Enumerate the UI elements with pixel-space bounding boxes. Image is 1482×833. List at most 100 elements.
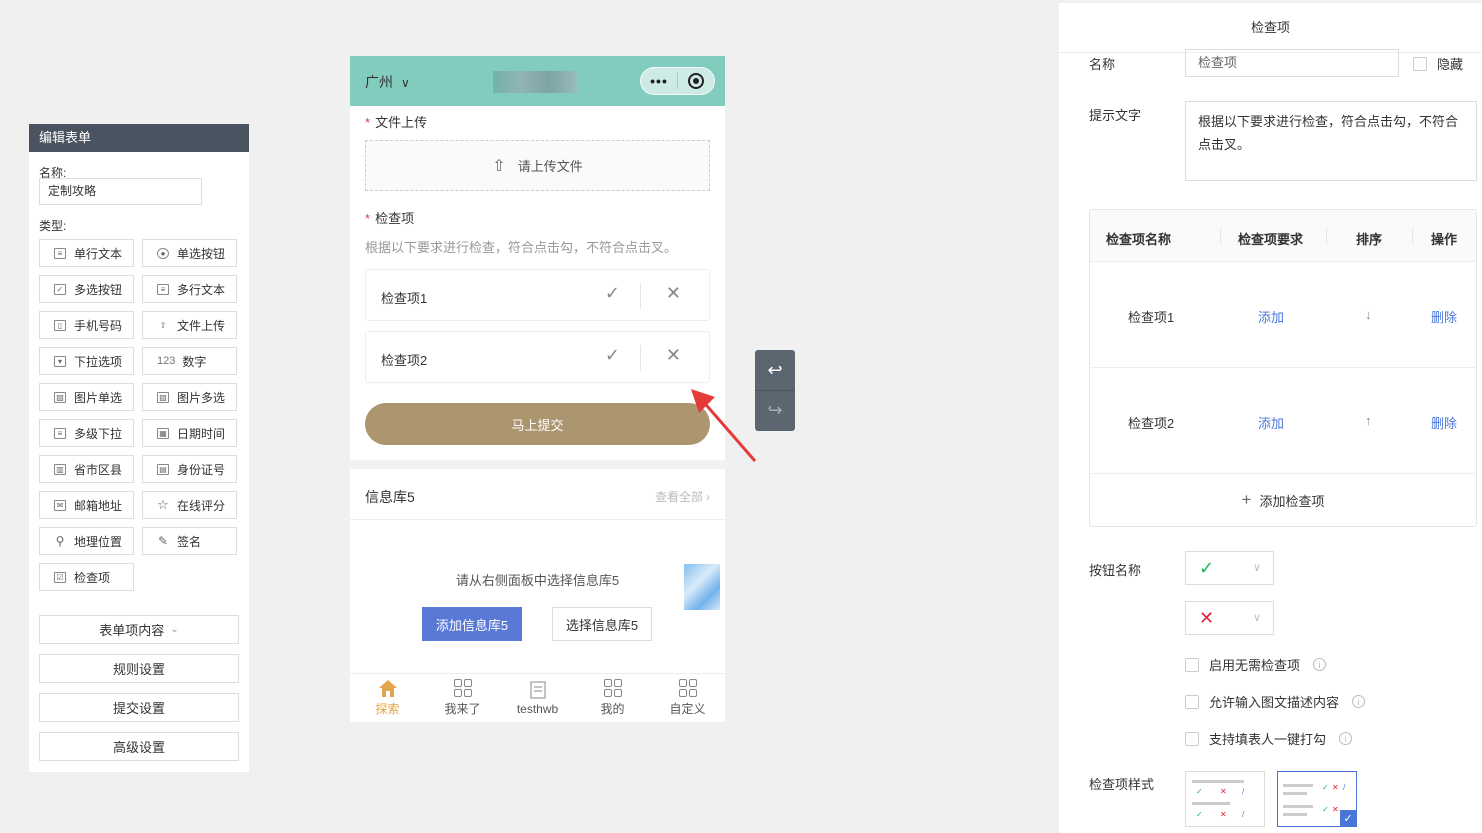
more-icon[interactable]: ••• <box>641 73 677 89</box>
type-image-multi[interactable]: ▨ 图片多选 <box>142 383 237 411</box>
add-requirement-link[interactable]: 添加 <box>1258 307 1284 326</box>
move-down-icon[interactable]: ↓ <box>1365 307 1372 322</box>
type-signature[interactable]: ✎ 签名 <box>142 527 237 555</box>
redo-button[interactable]: ↪ <box>755 390 795 430</box>
hint-textarea[interactable]: 根据以下要求进行检查，符合点击勾，不符合点击叉。 <box>1185 101 1477 181</box>
mail-icon: ✉ <box>54 499 66 511</box>
type-region[interactable]: ▥ 省市区县 <box>39 455 134 483</box>
pass-button-select[interactable]: ✓ ∨ <box>1185 551 1274 585</box>
check-style-option-2[interactable]: ✓ ✕ / ✓ ✕ ✓ <box>1277 771 1357 827</box>
upload-file-button[interactable]: ⇧ 请上传文件 <box>365 140 710 191</box>
checklist-icon: ☑ <box>54 571 66 583</box>
panel-title: 编辑表单 <box>29 124 249 152</box>
form-editor-panel: 编辑表单 名称: 定制攻略 类型: ≡ 单行文本 ● 单选按钮 ✓ 多选按钮 ≡ 多行文… <box>29 124 249 772</box>
upload-icon: ⇧ <box>492 157 506 175</box>
dropdown-icon: ▾ <box>54 355 66 367</box>
tab-came[interactable]: 我来了 <box>425 674 500 722</box>
annotation-arrow <box>691 389 757 462</box>
view-all-link[interactable]: 查看全部 › <box>655 488 710 505</box>
number-icon: 123 <box>157 355 176 367</box>
info-icon[interactable]: i <box>1313 658 1327 671</box>
move-up-icon[interactable]: ↑ <box>1365 413 1372 428</box>
add-check-item-button[interactable]: + 添加检查项 <box>1090 474 1476 526</box>
info-icon[interactable]: i <box>1352 695 1366 708</box>
section-rules[interactable]: 规则设置 <box>39 654 239 683</box>
type-phone[interactable]: ▯ 手机号码 <box>39 311 134 339</box>
properties-panel: 检查项 名称 检查项 隐藏 提示文字 根据以下要求进行检查，符合点击勾，不符合点… <box>1059 3 1482 833</box>
home-icon <box>378 680 397 697</box>
type-checklist[interactable]: ☑ 检查项 <box>39 563 134 591</box>
undo-redo-toolbar: ↩ ↪ <box>755 350 795 431</box>
tab-explore[interactable]: 探索 <box>350 674 425 722</box>
check-icon: ✓ <box>1199 557 1215 578</box>
city-selector[interactable]: 广州 ∨ <box>365 72 410 92</box>
check-fail-icon[interactable]: ✕ <box>666 283 681 304</box>
hint-label: 提示文字 <box>1089 108 1142 123</box>
chevron-down-icon: ⌄ <box>170 624 179 635</box>
id-card-icon: ▤ <box>157 463 169 475</box>
type-checkbox[interactable]: ✓ 多选按钮 <box>39 275 134 303</box>
type-location[interactable]: ⚲ 地理位置 <box>39 527 134 555</box>
type-radio[interactable]: ● 单选按钮 <box>142 239 237 267</box>
check-pass-icon[interactable]: ✓ <box>605 345 620 366</box>
option-no-check-needed[interactable]: 启用无需检查项 i <box>1185 655 1327 674</box>
type-cascade[interactable]: ≡ 多级下拉 <box>39 419 134 447</box>
info-icon[interactable]: i <box>1339 732 1353 745</box>
tab-custom[interactable]: 自定义 <box>650 674 725 722</box>
fail-button-select[interactable]: ✕ ∨ <box>1185 601 1274 635</box>
type-single-line-text[interactable]: ≡ 单行文本 <box>39 239 134 267</box>
undo-button[interactable]: ↩ <box>755 350 795 390</box>
form-name-input[interactable]: 定制攻略 <box>39 178 202 205</box>
type-number[interactable]: 123 数字 <box>142 347 237 375</box>
selected-check-icon: ✓ <box>1340 810 1356 826</box>
check-fail-icon[interactable]: ✕ <box>666 345 681 366</box>
check-item-row: 检查项2 ✓ ✕ <box>365 331 710 383</box>
section-form-content[interactable]: 表单项内容 ⌄ <box>39 615 239 644</box>
cascade-icon: ≡ <box>54 427 66 439</box>
type-datetime[interactable]: ▦ 日期时间 <box>142 419 237 447</box>
chevron-down-icon: ∨ <box>1252 562 1261 574</box>
blurred-title <box>493 71 577 93</box>
delete-link[interactable]: 删除 <box>1431 413 1457 432</box>
menu-capsule[interactable]: ••• <box>640 67 715 95</box>
plus-icon: + <box>1241 490 1252 509</box>
close-target-icon[interactable] <box>678 73 714 89</box>
star-icon: ☆ <box>157 497 169 512</box>
tab-mine[interactable]: 我的 <box>575 674 650 722</box>
type-multi-line-text[interactable]: ≡ 多行文本 <box>142 275 237 303</box>
tab-bar: 探索 我来了 testhwb 我的 自定义 <box>350 673 725 722</box>
option-one-click-check[interactable]: 支持填表人一键打勾 i <box>1185 729 1353 748</box>
upload-icon: ⇧ <box>159 320 167 330</box>
delete-link[interactable]: 删除 <box>1431 307 1457 326</box>
check-style-option-1[interactable]: ✓ ✕ / ✓ ✕ / <box>1185 771 1265 827</box>
style-label: 检查项样式 <box>1089 777 1155 792</box>
redo-icon: ↪ <box>767 400 783 420</box>
type-dropdown[interactable]: ▾ 下拉选项 <box>39 347 134 375</box>
chevron-down-icon: ∨ <box>1252 612 1261 624</box>
type-rating[interactable]: ☆ 在线评分 <box>142 491 237 519</box>
table-row: 检查项2 添加 ↑ 删除 <box>1090 368 1476 474</box>
check-hint: 根据以下要求进行检查，符合点击勾，不符合点击叉。 <box>365 240 678 255</box>
undo-icon: ↩ <box>767 359 783 380</box>
section-advanced[interactable]: 高级设置 <box>39 732 239 761</box>
tab-testhwb[interactable]: testhwb <box>500 674 575 722</box>
section-submit[interactable]: 提交设置 <box>39 693 239 722</box>
panel-title: 检查项 <box>1059 3 1482 53</box>
choose-library-button[interactable]: 选择信息库5 <box>552 607 652 641</box>
type-file-upload[interactable]: ⇧ 文件上传 <box>142 311 237 339</box>
hidden-checkbox[interactable]: 隐藏 <box>1413 54 1463 73</box>
type-image-single[interactable]: ▨ 图片单选 <box>39 383 134 411</box>
type-id-card[interactable]: ▤ 身份证号 <box>142 455 237 483</box>
library-title: 信息库5 <box>365 489 415 505</box>
check-pass-icon[interactable]: ✓ <box>605 283 620 304</box>
add-requirement-link[interactable]: 添加 <box>1258 413 1284 432</box>
grid-icon <box>603 679 622 697</box>
single-line-text-icon: ≡ <box>54 247 66 259</box>
submit-button[interactable]: 马上提交 <box>365 403 710 445</box>
checkbox-icon: ✓ <box>54 283 66 295</box>
type-email[interactable]: ✉ 邮箱地址 <box>39 491 134 519</box>
library-hint: 请从右侧面板中选择信息库5 <box>455 573 620 588</box>
add-library-button[interactable]: 添加信息库5 <box>422 607 522 641</box>
item-name-input[interactable]: 检查项 <box>1185 49 1399 77</box>
option-rich-description[interactable]: 允许输入图文描述内容 i <box>1185 692 1366 711</box>
